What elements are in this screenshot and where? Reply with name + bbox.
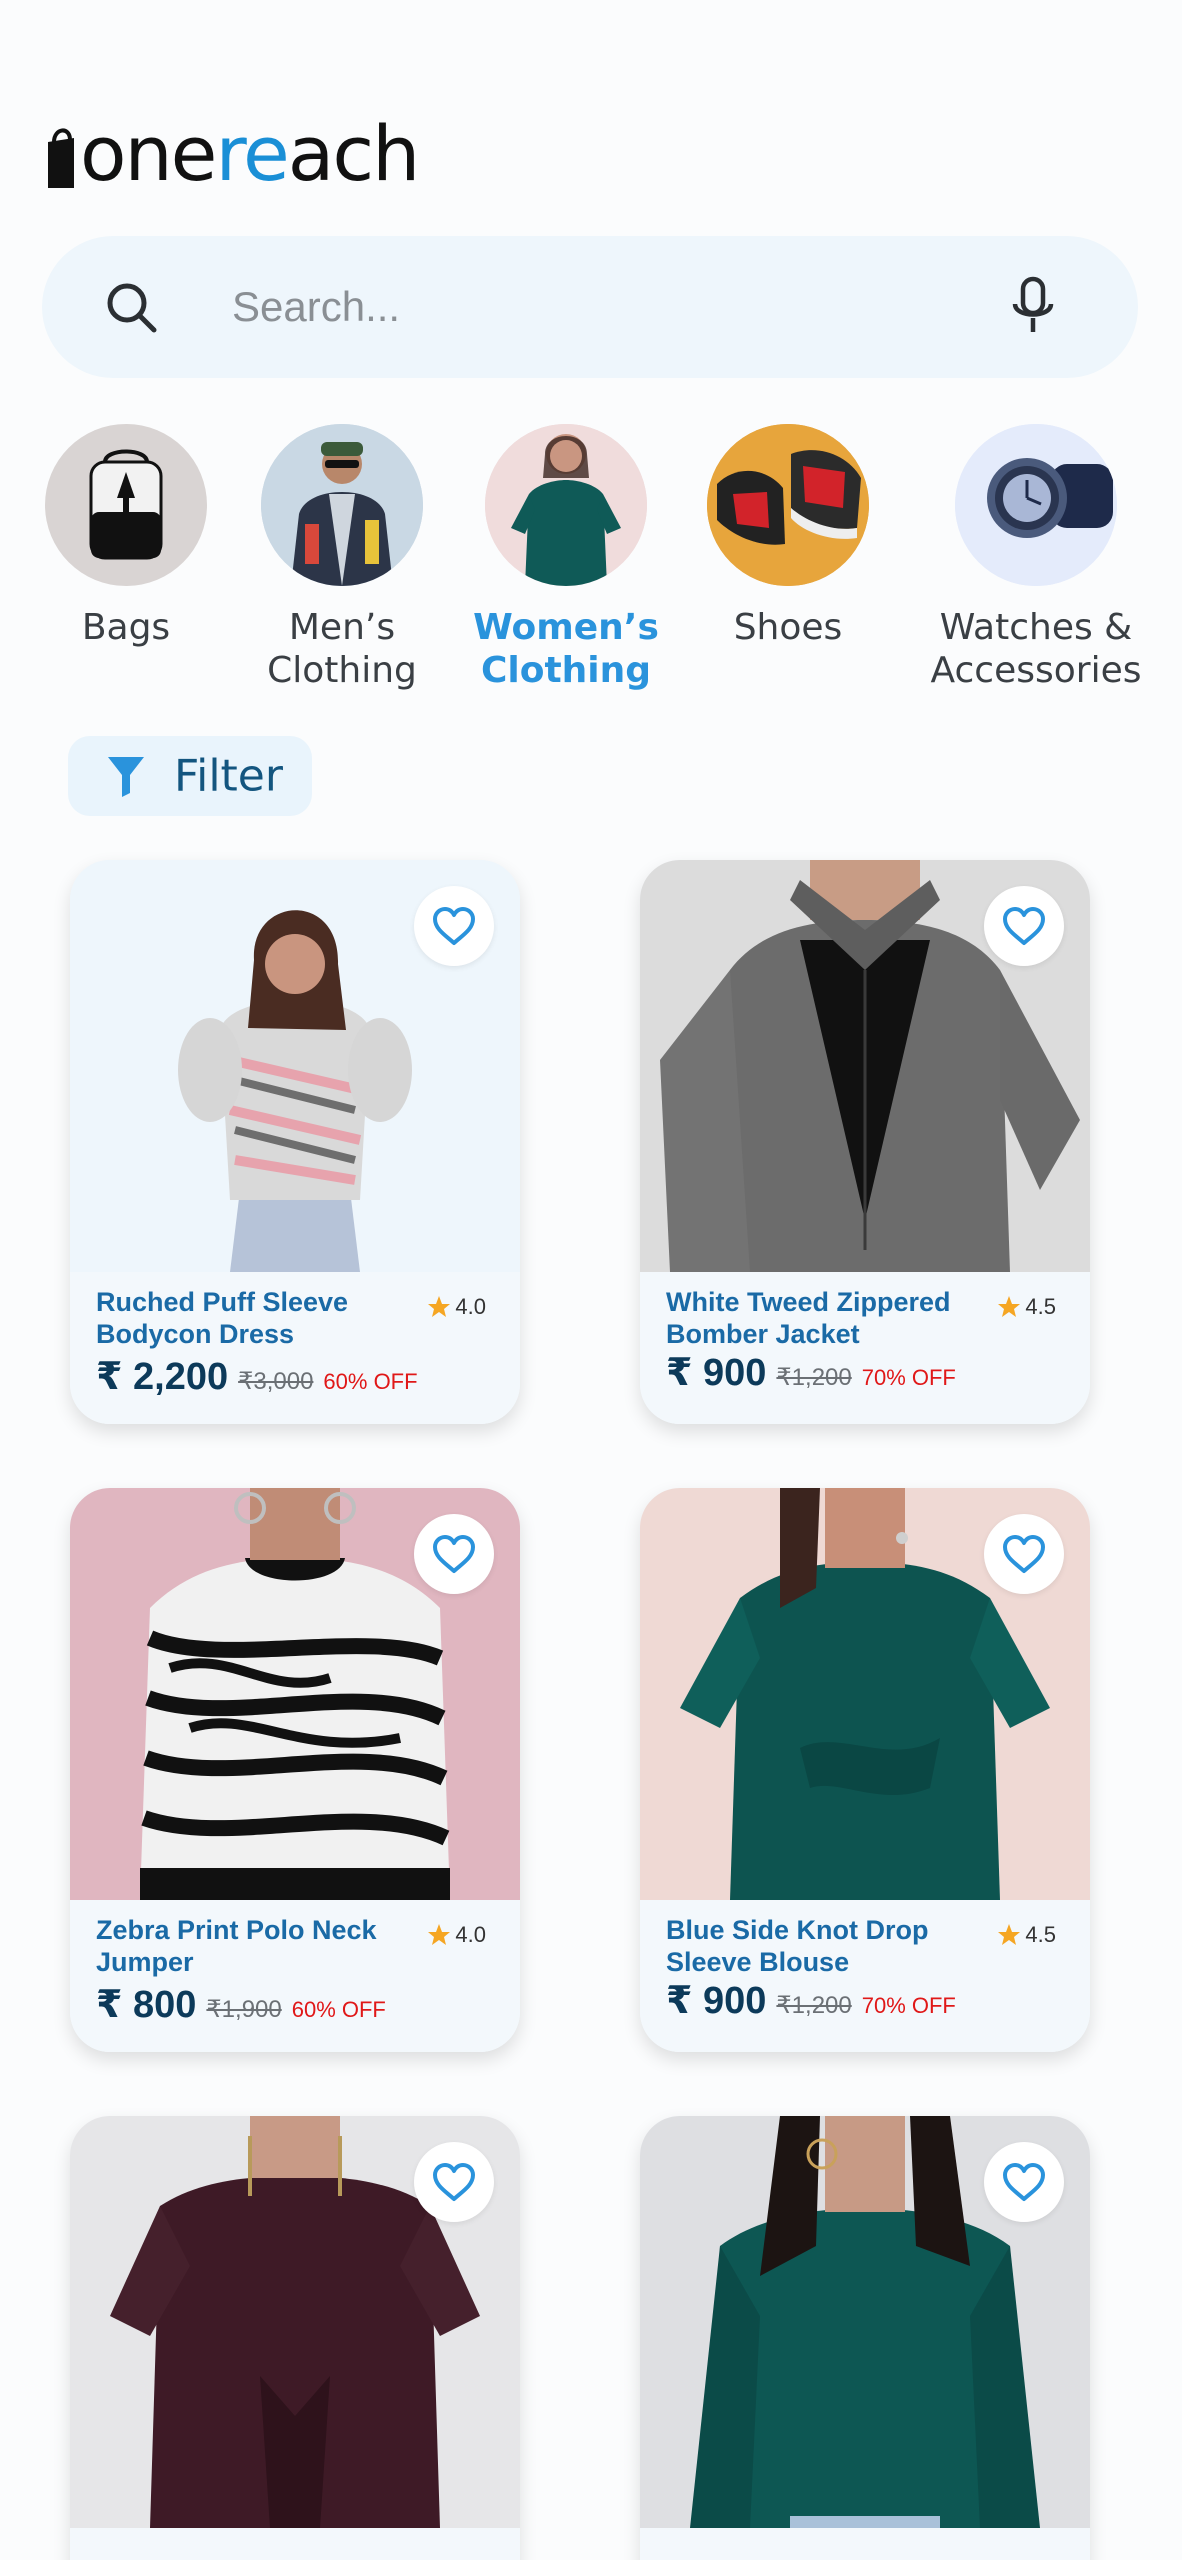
- rating-value: 4.5: [1025, 1922, 1056, 1947]
- category-label: Men’s Clothing: [267, 607, 417, 691]
- product-info: [640, 2528, 1090, 2560]
- category-mens-clothing[interactable]: Men’s Clothing: [232, 424, 452, 692]
- logo-text-ach: ach: [287, 109, 421, 198]
- favorite-button[interactable]: [984, 2142, 1064, 2222]
- star-icon: [998, 1296, 1021, 1317]
- favorite-button[interactable]: [414, 2142, 494, 2222]
- shopping-bag-logo-icon: [48, 128, 74, 188]
- category-label: Bags: [81, 607, 171, 648]
- product-price: ₹ 2,200: [96, 1356, 229, 1398]
- watches-thumbnail: [955, 424, 1117, 586]
- search-icon[interactable]: [104, 280, 158, 334]
- product-card[interactable]: White Tweed Zippered Bomber Jacket 4.5 ₹…: [640, 860, 1090, 1424]
- discount-badge: 60% OFF: [323, 1369, 418, 1394]
- heart-outline-icon: [433, 2163, 475, 2201]
- product-info: Zebra Print Polo Neck Jumper 4.0 ₹ 800 ₹…: [70, 1900, 520, 2052]
- product-card[interactable]: Ruched Puff Sleeve Bodycon Dress 4.0 ₹ 2…: [70, 860, 520, 1424]
- product-info: Blue Side Knot Drop Sleeve Blouse 4.5 ₹ …: [640, 1900, 1090, 2052]
- favorite-button[interactable]: [414, 886, 494, 966]
- price-row: ₹ 900 ₹1,200 70% OFF: [666, 1350, 956, 1395]
- discount-badge: 70% OFF: [861, 1365, 956, 1390]
- price-row: ₹ 800 ₹1,900 60% OFF: [96, 1982, 386, 2027]
- filter-button[interactable]: Filter: [68, 736, 312, 816]
- category-bags[interactable]: Bags: [16, 424, 236, 649]
- heart-outline-icon: [433, 1535, 475, 1573]
- original-price: ₹1,200: [776, 1364, 852, 1391]
- mens-clothing-thumbnail: [261, 424, 423, 586]
- heart-outline-icon: [1003, 907, 1045, 945]
- heart-outline-icon: [1003, 1535, 1045, 1573]
- product-rating: 4.0: [427, 1294, 486, 1320]
- product-name: Ruched Puff Sleeve Bodycon Dress: [96, 1287, 349, 1349]
- onereach-logo: on e re ach: [44, 102, 421, 198]
- category-label: Watches & Accessories: [930, 607, 1142, 691]
- product-card[interactable]: Zebra Print Polo Neck Jumper 4.0 ₹ 800 ₹…: [70, 1488, 520, 2052]
- category-shoes[interactable]: Shoes: [678, 424, 898, 649]
- product-rating: 4.0: [427, 1922, 486, 1948]
- price-row: ₹ 2,200 ₹3,000 60% OFF: [96, 1354, 418, 1399]
- shoes-thumbnail: [707, 424, 869, 586]
- search-bar[interactable]: Search...: [42, 236, 1138, 378]
- microphone-icon[interactable]: [1008, 276, 1058, 336]
- favorite-button[interactable]: [984, 886, 1064, 966]
- rating-value: 4.0: [455, 1294, 486, 1319]
- product-rating: 4.5: [997, 1922, 1056, 1948]
- star-icon: [428, 1296, 451, 1317]
- product-card[interactable]: [70, 2116, 520, 2560]
- category-label: Shoes: [733, 607, 843, 648]
- heart-outline-icon: [1003, 2163, 1045, 2201]
- favorite-button[interactable]: [984, 1514, 1064, 1594]
- price-row: ₹ 900 ₹1,200 70% OFF: [666, 1978, 956, 2023]
- star-icon: [998, 1924, 1021, 1945]
- product-rating: 4.5: [997, 1294, 1056, 1320]
- favorite-button[interactable]: [414, 1514, 494, 1594]
- product-info: Ruched Puff Sleeve Bodycon Dress 4.0 ₹ 2…: [70, 1272, 520, 1424]
- rating-value: 4.5: [1025, 1294, 1056, 1319]
- product-price: ₹ 900: [666, 1352, 767, 1394]
- discount-badge: 70% OFF: [861, 1993, 956, 2018]
- product-name: Blue Side Knot Drop Sleeve Blouse: [666, 1915, 929, 1977]
- filter-label: Filter: [174, 750, 283, 802]
- star-icon: [428, 1924, 451, 1945]
- bags-thumbnail: [45, 424, 207, 586]
- funnel-icon: [108, 757, 144, 797]
- category-watches-accessories[interactable]: Watches & Accessories: [926, 424, 1146, 692]
- heart-outline-icon: [433, 907, 475, 945]
- search-input[interactable]: Search...: [232, 283, 400, 331]
- product-info: [70, 2528, 520, 2560]
- original-price: ₹1,200: [776, 1992, 852, 2019]
- product-price: ₹ 800: [96, 1984, 197, 2026]
- product-info: White Tweed Zippered Bomber Jacket 4.5 ₹…: [640, 1272, 1090, 1424]
- logo-text-on: on: [80, 109, 173, 198]
- product-list-screen: on e re ach Search... Bags Men’s Clothin…: [0, 0, 1182, 2560]
- original-price: ₹1,900: [206, 1996, 282, 2023]
- rating-value: 4.0: [455, 1922, 486, 1947]
- category-label: Women’s Clothing: [473, 607, 659, 691]
- original-price: ₹3,000: [238, 1368, 314, 1395]
- womens-clothing-thumbnail: [485, 424, 647, 586]
- discount-badge: 60% OFF: [291, 1997, 386, 2022]
- product-name: White Tweed Zippered Bomber Jacket: [666, 1287, 951, 1349]
- logo-text-e: e: [170, 109, 218, 198]
- product-price: ₹ 900: [666, 1980, 767, 2022]
- product-card[interactable]: [640, 2116, 1090, 2560]
- category-womens-clothing[interactable]: Women’s Clothing: [456, 424, 676, 692]
- product-name: Zebra Print Polo Neck Jumper: [96, 1915, 377, 1977]
- logo-text-re: re: [215, 109, 289, 198]
- product-card[interactable]: Blue Side Knot Drop Sleeve Blouse 4.5 ₹ …: [640, 1488, 1090, 2052]
